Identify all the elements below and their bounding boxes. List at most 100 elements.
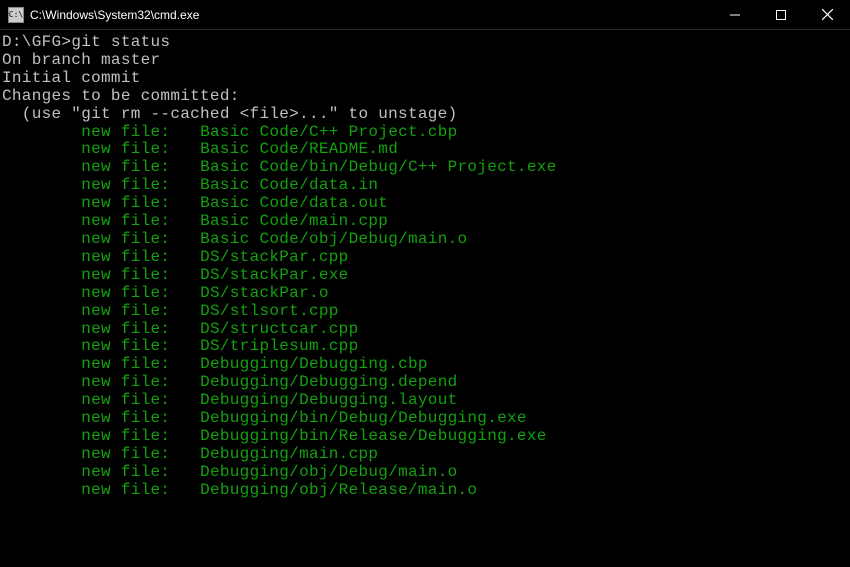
indent [2, 249, 81, 267]
maximize-icon [776, 10, 786, 20]
file-path: DS/stlsort.cpp [200, 302, 339, 320]
file-status-label: new file: [81, 194, 170, 212]
file-status-label: new file: [81, 302, 170, 320]
gap [170, 194, 200, 212]
indent [2, 159, 81, 177]
file-path: Basic Code/data.in [200, 176, 378, 194]
gap [170, 248, 200, 266]
indent [2, 428, 81, 446]
cmd-icon: C:\ [8, 7, 24, 23]
indent [2, 338, 81, 356]
indent [2, 213, 81, 231]
file-path: Debugging/main.cpp [200, 445, 378, 463]
file-path: Basic Code/C++ Project.cbp [200, 123, 457, 141]
staged-file-row: new file: Basic Code/obj/Debug/main.o [2, 231, 848, 249]
indent [2, 141, 81, 159]
initial-commit-line: Initial commit [2, 70, 848, 88]
file-path: DS/structcar.cpp [200, 320, 358, 338]
minimize-icon [730, 10, 740, 20]
indent [2, 321, 81, 339]
staged-file-row: new file: Debugging/Debugging.cbp [2, 356, 848, 374]
minimize-button[interactable] [712, 0, 758, 29]
file-status-label: new file: [81, 463, 170, 481]
indent [2, 124, 81, 142]
indent [2, 464, 81, 482]
staged-file-row: new file: DS/stackPar.cpp [2, 249, 848, 267]
file-status-label: new file: [81, 445, 170, 463]
file-status-label: new file: [81, 248, 170, 266]
file-path: Debugging/obj/Release/main.o [200, 481, 477, 499]
file-status-label: new file: [81, 158, 170, 176]
file-status-label: new file: [81, 230, 170, 248]
file-status-label: new file: [81, 481, 170, 499]
indent [2, 267, 81, 285]
file-path: Basic Code/main.cpp [200, 212, 388, 230]
gap [170, 140, 200, 158]
file-path: Debugging/bin/Release/Debugging.exe [200, 427, 547, 445]
file-path: Basic Code/bin/Debug/C++ Project.exe [200, 158, 556, 176]
terminal-output[interactable]: D:\GFG>git statusOn branch masterInitial… [0, 30, 850, 567]
file-status-label: new file: [81, 266, 170, 284]
indent [2, 195, 81, 213]
file-status-label: new file: [81, 409, 170, 427]
staged-file-row: new file: Basic Code/data.in [2, 177, 848, 195]
file-path: DS/stackPar.exe [200, 266, 349, 284]
gap [170, 230, 200, 248]
gap [170, 266, 200, 284]
command-text: git status [71, 33, 170, 51]
prompt-line: D:\GFG>git status [2, 34, 848, 52]
close-button[interactable] [804, 0, 850, 29]
changes-header: Changes to be committed: [2, 88, 848, 106]
gap [170, 445, 200, 463]
branch-line: On branch master [2, 52, 848, 70]
indent [2, 410, 81, 428]
gap [170, 355, 200, 373]
window-controls [712, 0, 850, 29]
staged-file-row: new file: Basic Code/C++ Project.cbp [2, 124, 848, 142]
file-path: DS/stackPar.cpp [200, 248, 349, 266]
staged-file-row: new file: DS/triplesum.cpp [2, 338, 848, 356]
gap [170, 320, 200, 338]
file-status-label: new file: [81, 140, 170, 158]
gap [170, 427, 200, 445]
staged-file-row: new file: DS/structcar.cpp [2, 321, 848, 339]
staged-file-row: new file: Debugging/main.cpp [2, 446, 848, 464]
staged-file-row: new file: DS/stlsort.cpp [2, 303, 848, 321]
file-status-label: new file: [81, 373, 170, 391]
gap [170, 481, 200, 499]
gap [170, 176, 200, 194]
file-status-label: new file: [81, 337, 170, 355]
staged-file-row: new file: DS/stackPar.exe [2, 267, 848, 285]
gap [170, 373, 200, 391]
staged-file-row: new file: Debugging/Debugging.depend [2, 374, 848, 392]
file-status-label: new file: [81, 284, 170, 302]
file-status-label: new file: [81, 176, 170, 194]
gap [170, 158, 200, 176]
indent [2, 446, 81, 464]
staged-files-list: new file: Basic Code/C++ Project.cbp new… [2, 124, 848, 500]
file-path: Basic Code/data.out [200, 194, 388, 212]
gap [170, 123, 200, 141]
staged-file-row: new file: Basic Code/bin/Debug/C++ Proje… [2, 159, 848, 177]
gap [170, 284, 200, 302]
gap [170, 337, 200, 355]
file-path: Debugging/obj/Debug/main.o [200, 463, 457, 481]
file-status-label: new file: [81, 355, 170, 373]
indent [2, 303, 81, 321]
staged-file-row: new file: Debugging/bin/Debug/Debugging.… [2, 410, 848, 428]
window-title: C:\Windows\System32\cmd.exe [30, 8, 712, 22]
file-path: DS/triplesum.cpp [200, 337, 358, 355]
unstage-hint: (use "git rm --cached <file>..." to unst… [2, 106, 848, 124]
gap [170, 302, 200, 320]
file-path: Debugging/Debugging.layout [200, 391, 457, 409]
file-path: Debugging/bin/Debug/Debugging.exe [200, 409, 527, 427]
titlebar[interactable]: C:\ C:\Windows\System32\cmd.exe [0, 0, 850, 30]
file-path: DS/stackPar.o [200, 284, 329, 302]
staged-file-row: new file: DS/stackPar.o [2, 285, 848, 303]
gap [170, 463, 200, 481]
indent [2, 356, 81, 374]
file-status-label: new file: [81, 212, 170, 230]
staged-file-row: new file: Debugging/obj/Release/main.o [2, 482, 848, 500]
indent [2, 392, 81, 410]
maximize-button[interactable] [758, 0, 804, 29]
